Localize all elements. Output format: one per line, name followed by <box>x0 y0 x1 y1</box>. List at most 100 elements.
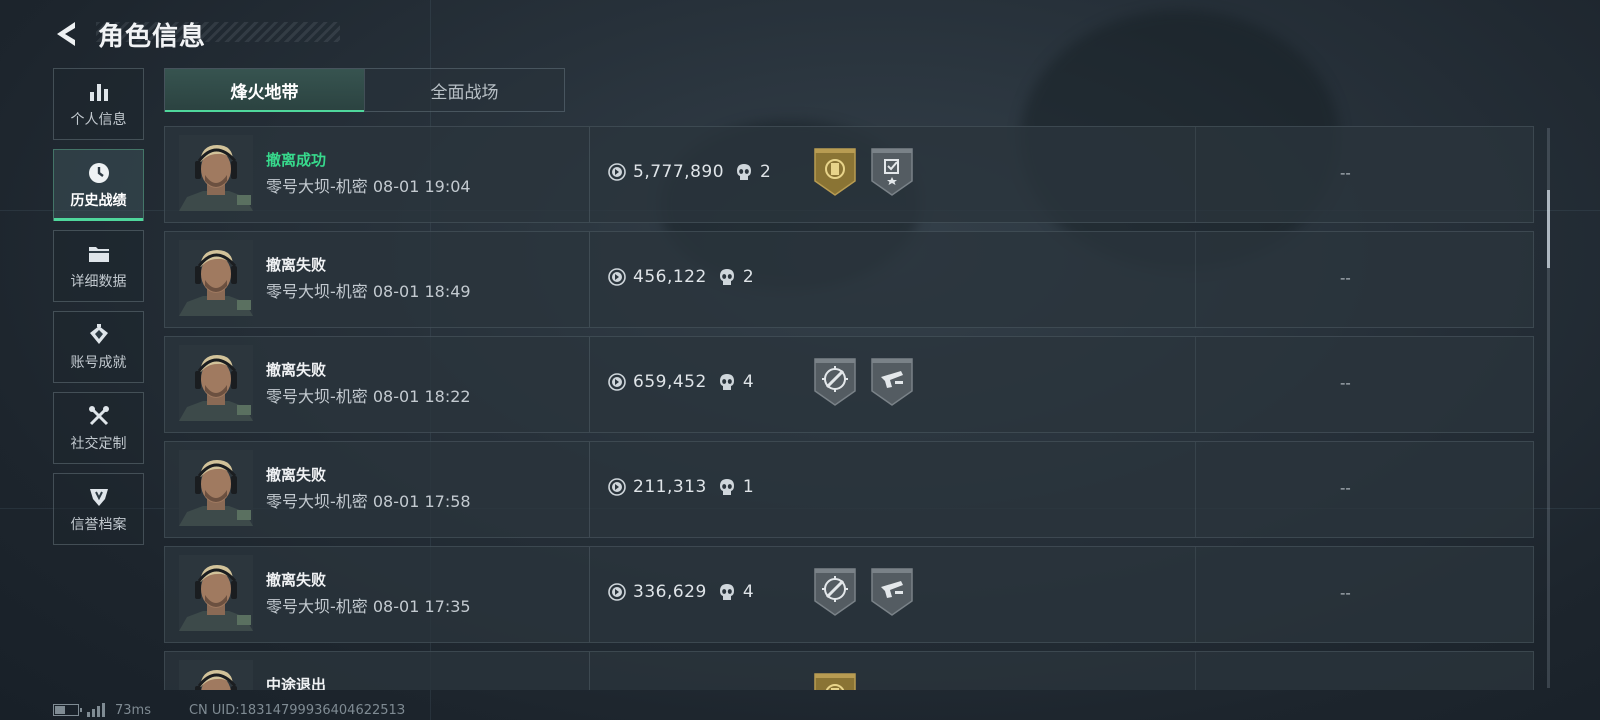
extra-info: -- <box>1340 269 1351 287</box>
skull-icon <box>719 583 735 601</box>
sidebar-item-personal-info[interactable]: 个人信息 <box>53 68 144 140</box>
extra-info: -- <box>1340 374 1351 392</box>
match-row[interactable]: 中途退出 <box>164 651 1534 690</box>
coin-icon <box>608 268 626 286</box>
checklist-star-badge[interactable] <box>870 147 914 197</box>
clock-icon <box>86 160 112 186</box>
sidebar-item-reputation[interactable]: 信誉档案 <box>53 473 144 545</box>
map-time-line: 零号大坝-机密 08-01 18:49 <box>266 278 471 302</box>
skull-icon <box>719 268 735 286</box>
operator-portrait <box>179 555 253 631</box>
extra-info: -- <box>1340 164 1351 182</box>
match-row[interactable]: 撤离失败 零号大坝-机密 08-01 17:58 211,313 1 -- <box>164 441 1534 538</box>
coin-icon <box>608 373 626 391</box>
sidebar-item-label: 账号成就 <box>70 355 127 371</box>
column-divider <box>1195 337 1196 432</box>
bar-chart-icon <box>86 79 112 105</box>
coin-icon <box>608 163 626 181</box>
map-name: 零号大坝-机密 <box>266 492 368 511</box>
map-name: 零号大坝-机密 <box>266 177 368 196</box>
map-name: 零号大坝-机密 <box>266 387 368 406</box>
status-footer: 73ms CN UID:1831479993640462251З <box>53 700 405 720</box>
sidebar-item-label: 信誉档案 <box>70 517 127 533</box>
shield-emblem-icon <box>86 484 112 510</box>
extra-info: -- <box>1340 584 1351 602</box>
column-divider <box>1195 127 1196 222</box>
sidebar-item-label: 历史战绩 <box>70 193 127 209</box>
match-row[interactable]: 撤离失败 零号大坝-机密 08-01 18:49 456,122 2 -- <box>164 231 1534 328</box>
map-time-line: 零号大坝-机密 08-01 17:35 <box>266 593 471 617</box>
sidebar-item-label: 个人信息 <box>70 112 127 128</box>
column-divider <box>589 547 590 642</box>
sidebar-item-detailed-data[interactable]: 详细数据 <box>53 230 144 302</box>
match-time: 08-01 17:58 <box>372 492 471 511</box>
gun-badge[interactable] <box>870 357 914 407</box>
kill-count: 2 <box>742 267 754 287</box>
crosshair-badge[interactable] <box>813 567 857 617</box>
sidebar-nav: 个人信息 历史战绩 详细数据 账号成就 社交定制 信誉档案 <box>53 68 144 554</box>
operator-portrait <box>179 135 253 211</box>
gold-emblem-badge[interactable] <box>813 147 857 197</box>
extracted-value: 5,777,890 <box>633 162 725 182</box>
scrollbar-thumb[interactable] <box>1547 190 1550 268</box>
folder-icon <box>86 241 112 267</box>
tab-full-battlefield[interactable]: 全面战场 <box>364 69 564 111</box>
match-row[interactable]: 撤离失败 零号大坝-机密 08-01 18:22 659,452 4 -- <box>164 336 1534 433</box>
extraction-status: 撤离失败 <box>266 466 327 484</box>
extracted-value: 659,452 <box>633 372 707 392</box>
loot-stats: 659,452 4 <box>608 371 754 393</box>
kill-count: 4 <box>742 372 754 392</box>
list-scrollbar[interactable] <box>1547 128 1550 688</box>
kill-count: 2 <box>760 162 771 182</box>
match-row[interactable]: 撤离成功 零号大坝-机密 08-01 19:04 5,777,890 2 -- <box>164 126 1534 223</box>
operator-portrait <box>179 345 253 421</box>
crosshair-badge[interactable] <box>813 357 857 407</box>
column-divider <box>589 652 590 690</box>
sidebar-item-social-custom[interactable]: 社交定制 <box>53 392 144 464</box>
match-row[interactable]: 撤离失败 零号大坝-机密 08-01 17:35 336,629 4 -- <box>164 546 1534 643</box>
match-history-list[interactable]: 撤离成功 零号大坝-机密 08-01 19:04 5,777,890 2 -- … <box>164 126 1536 690</box>
map-time-line: 零号大坝-机密 08-01 18:22 <box>266 383 471 407</box>
medal-list <box>813 672 870 690</box>
extraction-status: 撤离失败 <box>266 361 327 379</box>
coin-icon <box>608 478 626 496</box>
extraction-status: 撤离成功 <box>266 151 327 169</box>
sidebar-item-match-history[interactable]: 历史战绩 <box>53 149 144 221</box>
sidebar-item-achievements[interactable]: 账号成就 <box>53 311 144 383</box>
battery-icon <box>53 704 82 716</box>
map-time-line: 零号大坝-机密 08-01 19:04 <box>266 173 471 197</box>
operator-portrait <box>179 660 253 690</box>
extraction-status: 中途退出 <box>266 676 327 690</box>
sidebar-item-label: 详细数据 <box>70 274 127 290</box>
extraction-status: 撤离失败 <box>266 256 327 274</box>
column-divider <box>1195 547 1196 642</box>
coin-icon <box>608 583 626 601</box>
achievement-icon <box>86 322 112 348</box>
medal-list <box>813 147 927 197</box>
column-divider <box>1195 232 1196 327</box>
ping-text: 73ms <box>115 702 151 718</box>
loot-stats: 456,122 2 <box>608 266 754 288</box>
medal-list <box>813 567 927 617</box>
column-divider <box>589 337 590 432</box>
back-arrow-icon[interactable] <box>52 19 80 49</box>
gun-badge[interactable] <box>870 567 914 617</box>
page-title: 角色信息 <box>98 21 207 52</box>
map-name: 零号大坝-机密 <box>266 282 368 301</box>
skull-icon <box>719 478 735 496</box>
column-divider <box>1195 442 1196 537</box>
loot-stats: 211,313 1 <box>608 476 754 498</box>
skull-icon <box>736 163 752 181</box>
column-divider <box>589 127 590 222</box>
extra-info: -- <box>1340 479 1351 497</box>
uid-text: CN UID:1831479993640462251З <box>188 702 406 718</box>
mode-tabs: 烽火地带 全面战场 <box>164 68 565 112</box>
kill-count: 4 <box>742 582 754 602</box>
loot-stats: 5,777,890 2 <box>608 161 771 183</box>
match-time: 08-01 19:04 <box>372 177 471 196</box>
gold-emblem-badge[interactable] <box>813 672 857 690</box>
loot-stats: 336,629 4 <box>608 581 754 603</box>
operator-portrait <box>179 240 253 316</box>
tab-hazard-zone[interactable]: 烽火地带 <box>165 69 364 112</box>
extracted-value: 336,629 <box>633 582 707 602</box>
